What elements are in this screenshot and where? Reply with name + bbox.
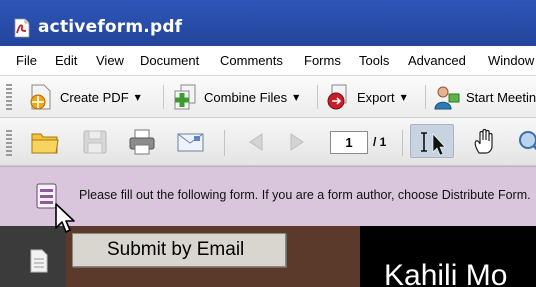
tooltip-label: Submit by Email	[107, 239, 245, 260]
page-total: / 1	[373, 135, 387, 149]
menu-window[interactable]: Window	[488, 53, 534, 68]
print-icon[interactable]	[127, 128, 157, 156]
page-number-input[interactable]: 1	[330, 131, 368, 154]
select-tool-button[interactable]	[410, 124, 454, 158]
zoom-icon[interactable]	[514, 128, 536, 156]
menu-edit[interactable]: Edit	[55, 53, 77, 68]
toolbar-grip[interactable]	[6, 84, 12, 110]
previous-page-icon[interactable]	[240, 128, 270, 156]
menu-advanced[interactable]: Advanced	[408, 53, 466, 68]
start-meeting-button[interactable]: Start Meeting	[432, 82, 536, 112]
toolbar-separator	[224, 130, 225, 156]
form-message-text: Please fill out the following form. If y…	[79, 188, 531, 202]
menu-view[interactable]: View	[96, 53, 124, 68]
navigation-toolbar	[0, 118, 536, 166]
create-pdf-label: Create PDF	[60, 89, 129, 105]
export-icon	[327, 84, 347, 110]
start-meeting-label: Start Meeting	[466, 89, 536, 105]
meeting-icon	[434, 86, 460, 110]
hand-tool-icon[interactable]	[470, 128, 500, 156]
save-icon[interactable]	[80, 128, 110, 156]
chevron-down-icon: ▼	[134, 92, 141, 102]
toolbar-separator	[317, 85, 318, 109]
menu-forms[interactable]: Forms	[304, 53, 341, 68]
next-page-icon[interactable]	[283, 128, 313, 156]
document-heading: Kahili Mo	[384, 259, 508, 287]
create-pdf-button[interactable]: Create PDF ▼	[26, 82, 141, 112]
menu-bar: File Edit View Document Comments Forms T…	[0, 46, 536, 76]
menu-tools[interactable]: Tools	[359, 53, 389, 68]
create-pdf-icon	[30, 84, 51, 110]
combine-files-button[interactable]: Combine Files ▼	[170, 82, 299, 112]
select-text-cursor-icon	[421, 132, 446, 156]
open-folder-icon[interactable]	[30, 128, 60, 156]
menu-file[interactable]: File	[16, 53, 37, 68]
menu-document[interactable]: Document	[140, 53, 199, 68]
export-label: Export	[357, 89, 395, 105]
window-titlebar: activeform.pdf	[0, 0, 536, 46]
pages-icon[interactable]	[28, 248, 50, 274]
tasks-toolbar: Create PDF ▼ Combine Files ▼ Export ▼ St…	[0, 76, 536, 118]
toolbar-separator	[425, 85, 426, 109]
form-message-bar: Please fill out the following form. If y…	[0, 166, 536, 226]
chevron-down-icon: ▼	[400, 92, 407, 102]
toolbar-separator	[163, 85, 164, 109]
combine-files-label: Combine Files	[204, 89, 288, 105]
window-title: activeform.pdf	[38, 17, 183, 37]
combine-files-icon	[174, 84, 196, 110]
pdf-document-icon	[14, 18, 30, 38]
mouse-pointer-icon	[55, 203, 75, 233]
toolbar-separator	[402, 130, 403, 156]
toolbar-grip[interactable]	[6, 130, 12, 156]
submit-by-email-tooltip: Submit by Email	[72, 233, 286, 267]
export-button[interactable]: Export ▼	[323, 82, 407, 112]
chevron-down-icon: ▼	[293, 92, 300, 102]
email-icon[interactable]	[175, 128, 205, 156]
menu-comments[interactable]: Comments	[220, 53, 283, 68]
